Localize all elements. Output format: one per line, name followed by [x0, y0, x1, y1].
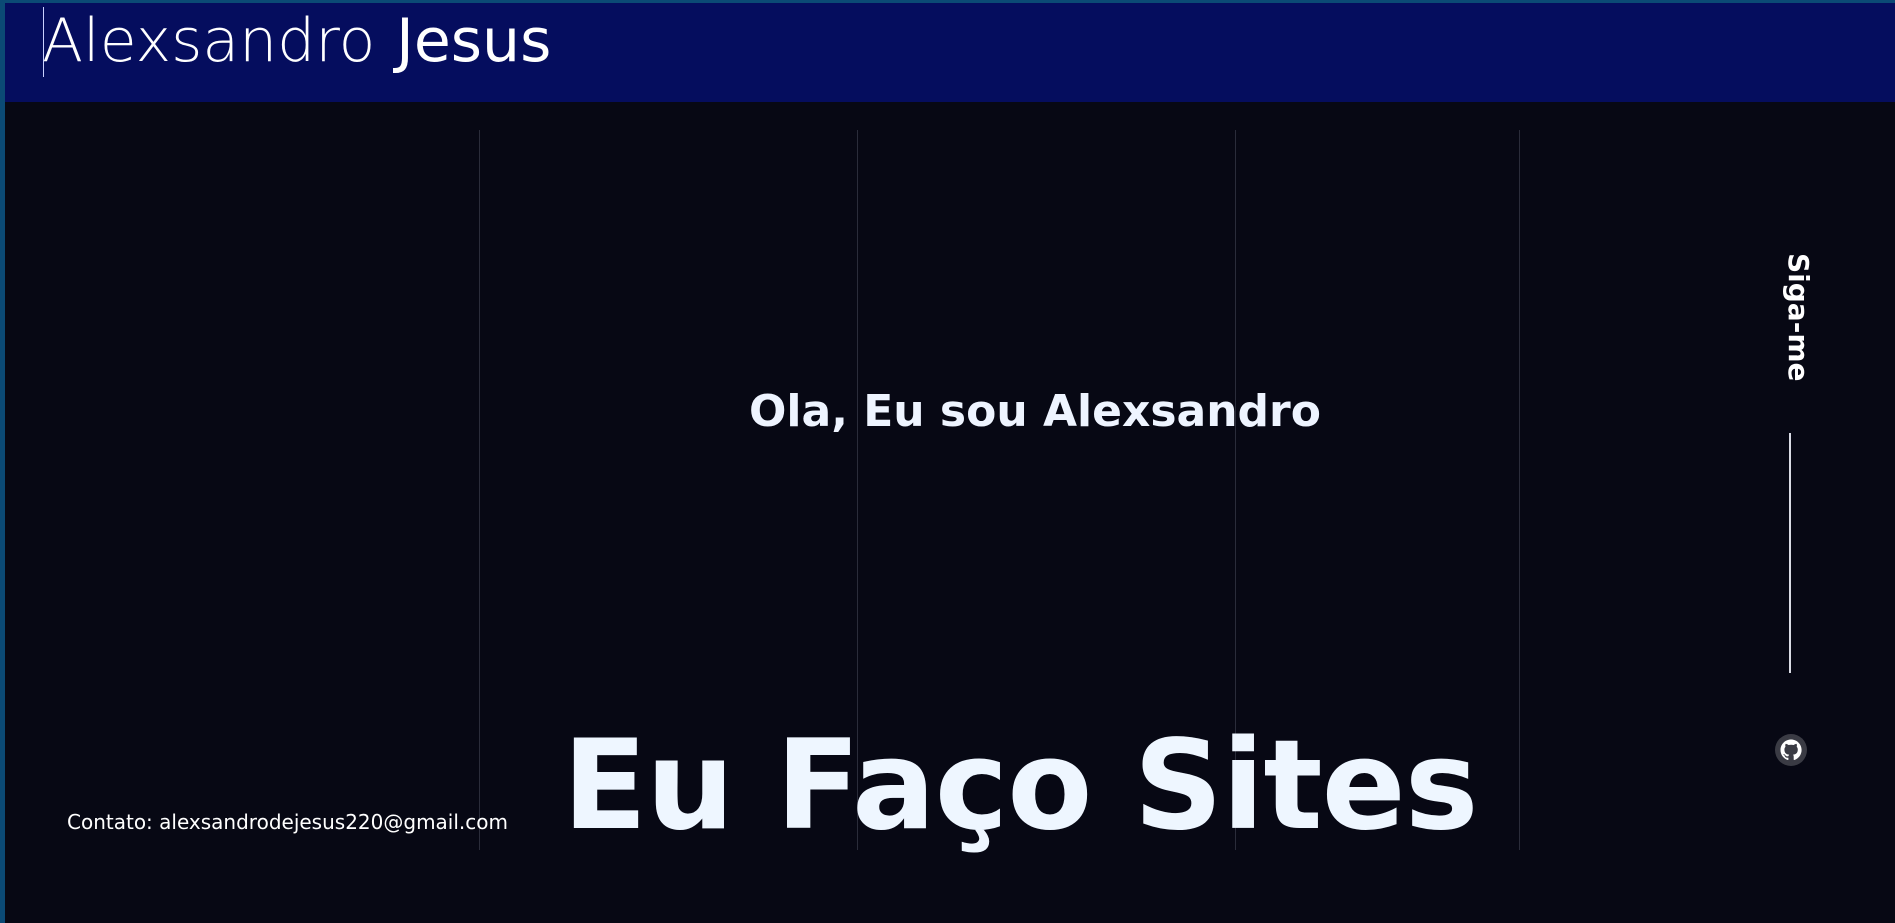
follow-divider: [1789, 433, 1791, 673]
brand-last-name: Jesus: [396, 6, 552, 76]
site-header: Alexsandro Jesus: [5, 3, 1895, 102]
github-link[interactable]: [1775, 734, 1807, 766]
hero-greeting: Ola, Eu sou Alexsandro: [749, 385, 1321, 437]
page: Alexsandro Jesus Ola, Eu sou Alexsandro …: [5, 3, 1895, 923]
site-logo[interactable]: Alexsandro Jesus: [42, 5, 551, 77]
follow-me-label: Siga-me: [1782, 253, 1815, 382]
grid-divider: [479, 130, 480, 850]
contact-email[interactable]: Contato: alexsandrodejesus220@gmail.com: [67, 809, 508, 835]
github-icon: [1775, 734, 1807, 766]
brand-first-name: Alexsandro: [42, 6, 376, 76]
follow-me: Siga-me: [1777, 253, 1817, 393]
hero-headline: Eu Faço Sites: [562, 714, 1478, 859]
